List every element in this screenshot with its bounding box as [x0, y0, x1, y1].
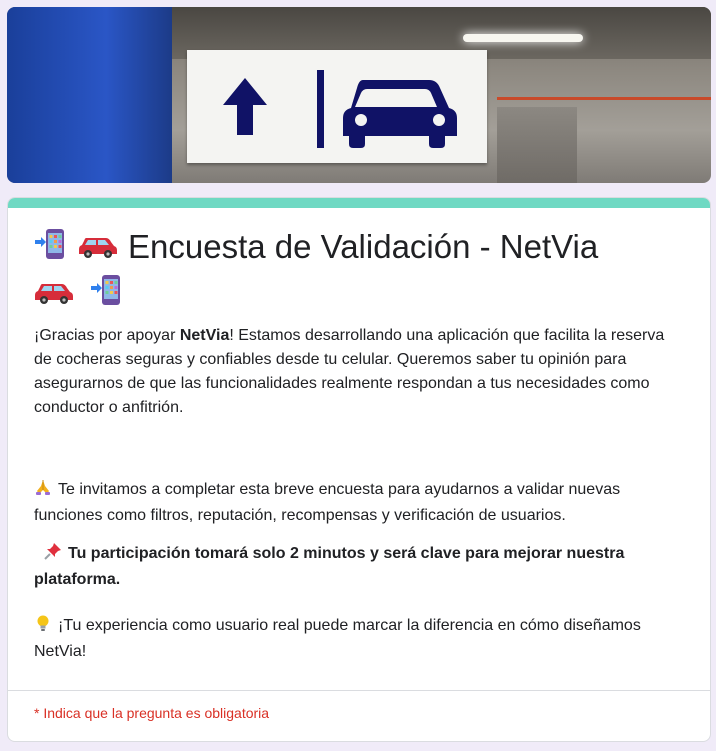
banner-pipe: [497, 97, 711, 100]
form-title: Encuesta de Validación - NetVia: [34, 226, 694, 317]
parking-sign: [187, 50, 487, 163]
car-icon: [34, 274, 74, 316]
card-divider: [8, 690, 710, 691]
required-indicator-note: * Indica que la pregunta es obligatoria: [34, 705, 270, 721]
up-arrow-icon: [223, 78, 267, 135]
form-title-text: Encuesta de Validación - NetVia: [128, 228, 599, 265]
light-bulb-icon: [34, 614, 52, 640]
mobile-phone-arrow-icon: [34, 227, 68, 271]
banner-ceiling-light: [463, 34, 583, 42]
folded-hands-icon: [34, 478, 52, 504]
description-paragraph-invite: Te invitamos a completar esta breve encu…: [34, 478, 684, 528]
banner-pillar: [497, 107, 577, 183]
parking-sign-graphic: [223, 70, 457, 148]
description-paragraph-intro: ¡Gracias por apoyar NetVia! Estamos desa…: [34, 327, 665, 416]
header-banner-image: [7, 7, 711, 183]
description-paragraph-closing: ¡Tu experiencia como usuario real puede …: [34, 614, 684, 664]
card-accent-bar: [8, 198, 710, 208]
car-icon: [343, 80, 457, 148]
car-icon: [78, 228, 118, 270]
sign-divider: [317, 70, 324, 148]
mobile-phone-arrow-icon: [90, 273, 124, 317]
pushpin-icon: [44, 542, 62, 568]
brand-name: NetVia: [179, 327, 230, 344]
description-paragraph-highlight: Tu participación tomará solo 2 minutos y…: [34, 542, 684, 592]
banner-blue-wall: [7, 7, 172, 183]
form-header-card: Encuesta de Validación - NetVia ¡Gracias…: [7, 197, 711, 742]
